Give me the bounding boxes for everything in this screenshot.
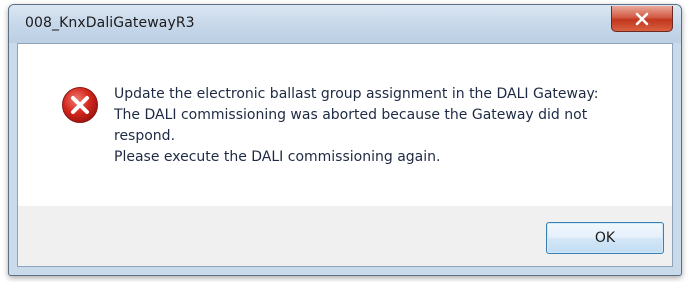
message-line-4: Please execute the DALI commissioning ag… bbox=[114, 149, 441, 165]
error-icon bbox=[62, 87, 98, 123]
close-icon bbox=[635, 12, 649, 25]
message-line-2: The DALI commissioning was aborted becau… bbox=[114, 107, 588, 123]
dialog-body: Update the electronic ballast group assi… bbox=[17, 43, 673, 267]
window-title: 008_KnxDaliGatewayR3 bbox=[25, 15, 195, 31]
message-panel: Update the electronic ballast group assi… bbox=[18, 44, 672, 206]
error-message: Update the electronic ballast group assi… bbox=[114, 84, 654, 168]
close-button[interactable] bbox=[611, 6, 673, 32]
message-line-3: respond. bbox=[114, 128, 176, 144]
message-line-1: Update the electronic ballast group assi… bbox=[114, 86, 599, 102]
title-bar[interactable]: 008_KnxDaliGatewayR3 bbox=[9, 5, 681, 43]
message-dialog: 008_KnxDaliGatewayR3 Update the electron… bbox=[8, 4, 682, 276]
ok-button[interactable]: OK bbox=[546, 222, 664, 254]
